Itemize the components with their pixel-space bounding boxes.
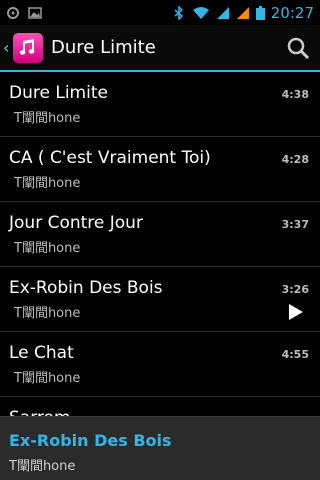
song-artist: T闡間hone (14, 306, 81, 321)
list-item[interactable]: Ex-Robin Des Bois T闡間hone 3:26 (0, 267, 320, 332)
music-app-icon[interactable] (13, 32, 43, 63)
music-note-icon (19, 38, 35, 55)
song-title: Jour Contre Jour (9, 213, 143, 233)
song-duration: 3:37 (281, 218, 309, 231)
song-title: Dure Limite (9, 83, 108, 103)
song-title: Le Chat (9, 343, 74, 363)
song-artist: T闡間hone (14, 371, 81, 386)
status-left-icons (0, 6, 42, 20)
song-duration: 4:28 (281, 153, 309, 166)
list-item[interactable]: Dure Limite T闡間hone 4:38 (0, 72, 320, 137)
song-artist: T闡間hone (14, 241, 81, 256)
now-playing-bar[interactable]: Ex-Robin Des Bois T闡間hone (0, 416, 320, 480)
song-artist: T闡間hone (14, 111, 81, 126)
usb-debug-icon (7, 6, 19, 19)
status-bar: 20:27 (0, 0, 320, 25)
song-duration: 4:38 (281, 88, 309, 101)
song-title: Ex-Robin Des Bois (9, 278, 163, 298)
play-icon (289, 304, 303, 320)
song-duration: 4:55 (281, 348, 309, 361)
back-chevron-icon[interactable]: ‹ (3, 38, 11, 57)
bluetooth-icon (174, 5, 183, 20)
image-notification-icon (28, 6, 42, 19)
song-title: Sarrom (9, 408, 70, 416)
song-duration: 3:26 (281, 283, 309, 296)
song-artist: T闡間hone (14, 176, 81, 191)
song-title: CA ( C'est Vraiment Toi) (9, 148, 211, 168)
song-list[interactable]: Dure Limite T闡間hone 4:38 CA ( C'est Vrai… (0, 72, 320, 416)
list-item[interactable]: Le Chat T闡間hone 4:55 (0, 332, 320, 397)
battery-icon (255, 5, 265, 20)
now-playing-artist: T闡間hone (9, 459, 76, 474)
list-item[interactable]: Jour Contre Jour T闡間hone 3:37 (0, 202, 320, 267)
list-item[interactable]: Sarrom (0, 397, 320, 416)
signal-icon-2 (236, 6, 249, 19)
now-playing-title: Ex-Robin Des Bois (9, 431, 172, 450)
search-button[interactable] (276, 26, 320, 70)
search-icon (287, 37, 310, 59)
wifi-icon (192, 6, 209, 19)
action-bar: ‹ Dure Limite (0, 25, 320, 72)
status-right-icons: 20:27 (172, 4, 320, 22)
signal-icon (216, 6, 229, 19)
status-time: 20:27 (270, 3, 314, 22)
list-item[interactable]: CA ( C'est Vraiment Toi) T闡間hone 4:28 (0, 137, 320, 202)
page-title: Dure Limite (51, 37, 156, 58)
